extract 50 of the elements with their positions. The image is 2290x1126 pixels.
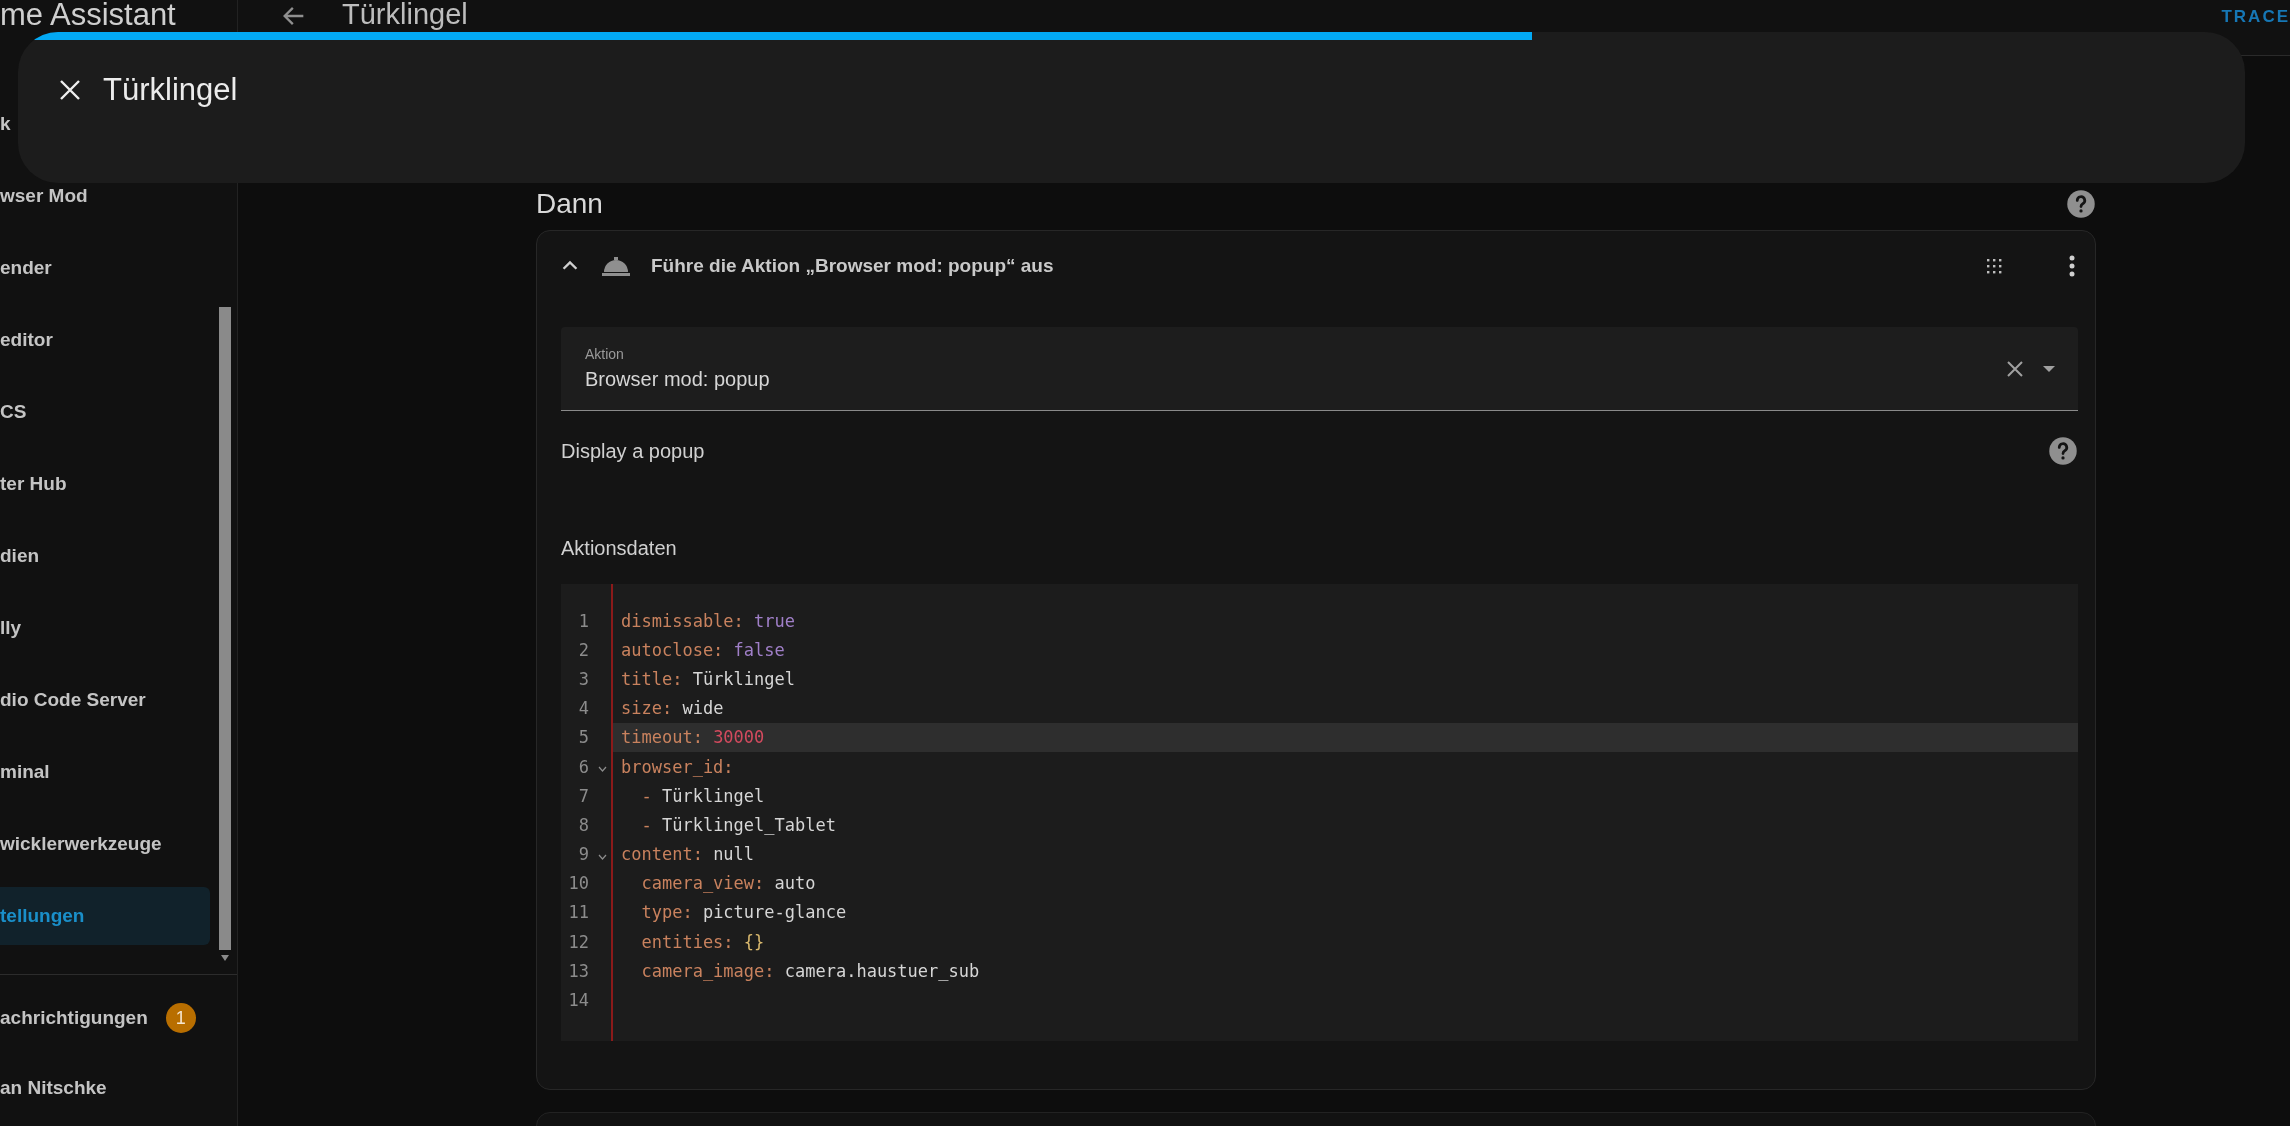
sidebar-item[interactable]: ter Hub [0, 455, 210, 513]
line-number: 1 [578, 610, 589, 631]
line-number: 8 [578, 814, 589, 835]
line-number: 4 [578, 698, 589, 719]
line-number: 6 [578, 756, 589, 777]
sidebar-item[interactable]: ender [0, 239, 210, 297]
drag-handle-icon[interactable] [1985, 257, 2003, 275]
sidebar-item[interactable]: lly [0, 599, 210, 657]
sidebar-item[interactable]: CS [0, 383, 210, 441]
line-number: 14 [568, 990, 589, 1011]
service-bell-icon [601, 255, 631, 277]
close-button[interactable] [59, 79, 81, 101]
scroll-down-icon[interactable] [220, 954, 230, 962]
line-number: 10 [568, 873, 589, 894]
fold-icon[interactable] [598, 853, 607, 860]
sidebar-item[interactable]: minal [0, 743, 210, 801]
sidebar-item[interactable]: editor [0, 311, 210, 369]
more-options-icon[interactable] [2067, 254, 2077, 278]
data-label: Aktionsdaten [561, 537, 678, 560]
sidebar-item[interactable]: dien [0, 527, 210, 585]
line-number: 7 [578, 785, 589, 806]
field-value: Browser mod: popup [585, 368, 771, 391]
sidebar-item[interactable]: dio Code Server [0, 671, 210, 729]
description: Display a popup [561, 439, 705, 463]
help-icon[interactable] [2048, 436, 2078, 466]
user-item[interactable]: an Nitschke [0, 1077, 107, 1099]
action-title: Führe die Aktion „Browser mod: popup“ aus [651, 255, 1054, 277]
line-number: 13 [568, 960, 589, 981]
help-icon[interactable] [2066, 189, 2096, 219]
dialog-title: Türklingel [103, 72, 238, 108]
notifications-item[interactable]: achrichtigungen [0, 1007, 148, 1029]
fold-icon[interactable] [598, 765, 607, 772]
line-number: 3 [578, 668, 589, 689]
trace-link[interactable]: TRACE [2221, 7, 2290, 27]
clear-icon[interactable] [2006, 359, 2024, 378]
app-title: me Assistant [0, 0, 176, 30]
line-number: 11 [568, 902, 589, 923]
section-title: Dann [536, 188, 603, 220]
scrollbar-thumb[interactable] [219, 307, 231, 950]
sidebar-item[interactable]: wicklerwerkzeuge [0, 815, 210, 873]
sidebar-item[interactable]: tellungen [0, 887, 210, 945]
field-label: Aktion [585, 346, 625, 362]
count-badge: 1 [165, 1003, 196, 1033]
action-select[interactable]: Aktion Browser mod: popup [561, 327, 2078, 411]
dropdown-icon[interactable] [2042, 364, 2056, 373]
page-title: Türklingel [342, 0, 468, 28]
line-number: 12 [568, 931, 589, 952]
line-number: 2 [578, 639, 589, 660]
line-number: 5 [578, 727, 589, 748]
line-number: 9 [578, 844, 589, 865]
